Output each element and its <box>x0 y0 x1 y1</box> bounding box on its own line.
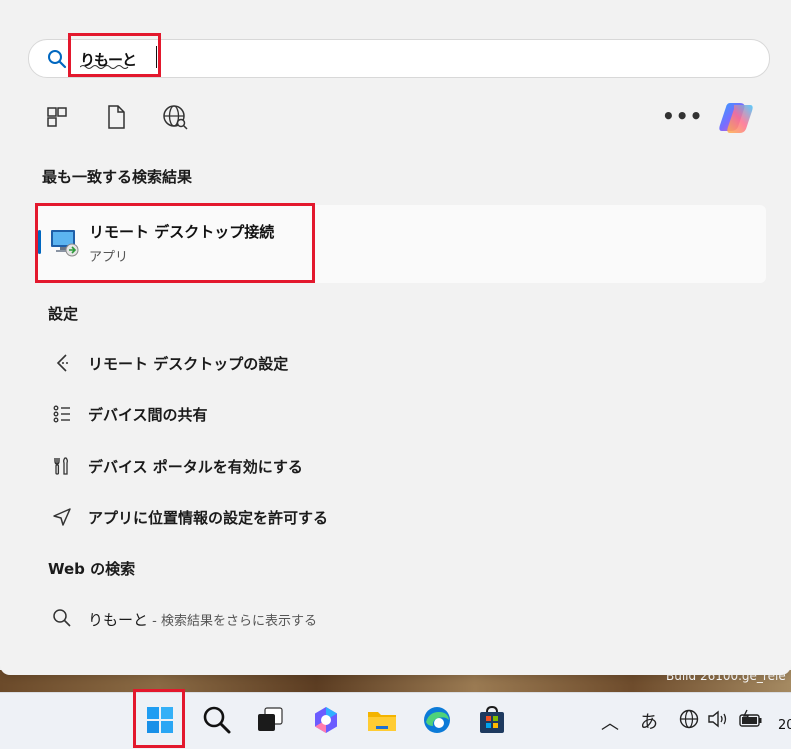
start-button-highlight-box <box>133 689 185 748</box>
web-search-item[interactable]: りもーと - 検索結果をさらに表示する <box>48 600 768 636</box>
web-search-hint: - 検索結果をさらに表示する <box>148 614 317 629</box>
search-icon <box>48 50 67 69</box>
taskbar-search-icon[interactable] <box>201 704 233 736</box>
web-search-heading: Web の検索 <box>48 560 136 578</box>
tools-icon <box>54 457 68 475</box>
top-caret-glyph: ˇ <box>430 0 435 7</box>
setting-label: アプリに位置情報の設定を許可する <box>88 509 329 527</box>
search-highlight-box <box>68 33 161 77</box>
location-arrow-icon <box>53 508 71 526</box>
copilot-taskbar-icon[interactable] <box>310 704 342 736</box>
web-search-query: りもーと <box>88 611 149 629</box>
edge-browser-icon[interactable] <box>421 704 453 736</box>
settings-heading: 設定 <box>48 305 79 323</box>
setting-label: デバイス ポータルを有効にする <box>88 458 303 476</box>
setting-label: リモート デスクトップの設定 <box>88 355 289 373</box>
setting-label: デバイス間の共有 <box>88 406 208 424</box>
best-match-highlight-box <box>35 203 315 283</box>
apps-filter-icon[interactable] <box>43 103 71 131</box>
network-globe-icon[interactable] <box>678 708 700 730</box>
microsoft-store-icon[interactable] <box>476 704 508 736</box>
search-panel: ˇ りもーと ••• 最も一致する検索結果 リモート デスクトップ接続 アプリ … <box>0 0 791 675</box>
copilot-icon[interactable] <box>716 97 756 137</box>
setting-item-remote-desktop[interactable]: リモート デスクトップの設定 <box>48 343 768 383</box>
search-icon <box>53 609 71 627</box>
list-share-icon <box>53 405 70 423</box>
documents-filter-icon[interactable] <box>102 103 130 131</box>
web-filter-icon[interactable] <box>161 103 189 131</box>
more-options-icon[interactable]: ••• <box>662 104 703 128</box>
battery-charging-icon[interactable] <box>738 708 764 730</box>
best-match-heading: 最も一致する検索結果 <box>42 168 193 186</box>
ime-mode-indicator[interactable]: あ <box>640 708 658 734</box>
web-search-label: りもーと - 検索結果をさらに表示する <box>88 609 317 630</box>
tray-overflow-chevron-icon[interactable]: ︿ <box>601 709 619 735</box>
clock-partial[interactable]: 20 <box>778 718 791 733</box>
task-view-icon[interactable] <box>254 704 286 736</box>
remote-desktop-settings-icon <box>56 354 70 372</box>
setting-item-location[interactable]: アプリに位置情報の設定を許可する <box>48 497 768 537</box>
file-explorer-icon[interactable] <box>366 704 398 736</box>
setting-item-device-sharing[interactable]: デバイス間の共有 <box>48 394 768 434</box>
setting-item-device-portal[interactable]: デバイス ポータルを有効にする <box>48 446 768 486</box>
volume-icon[interactable] <box>706 708 732 730</box>
